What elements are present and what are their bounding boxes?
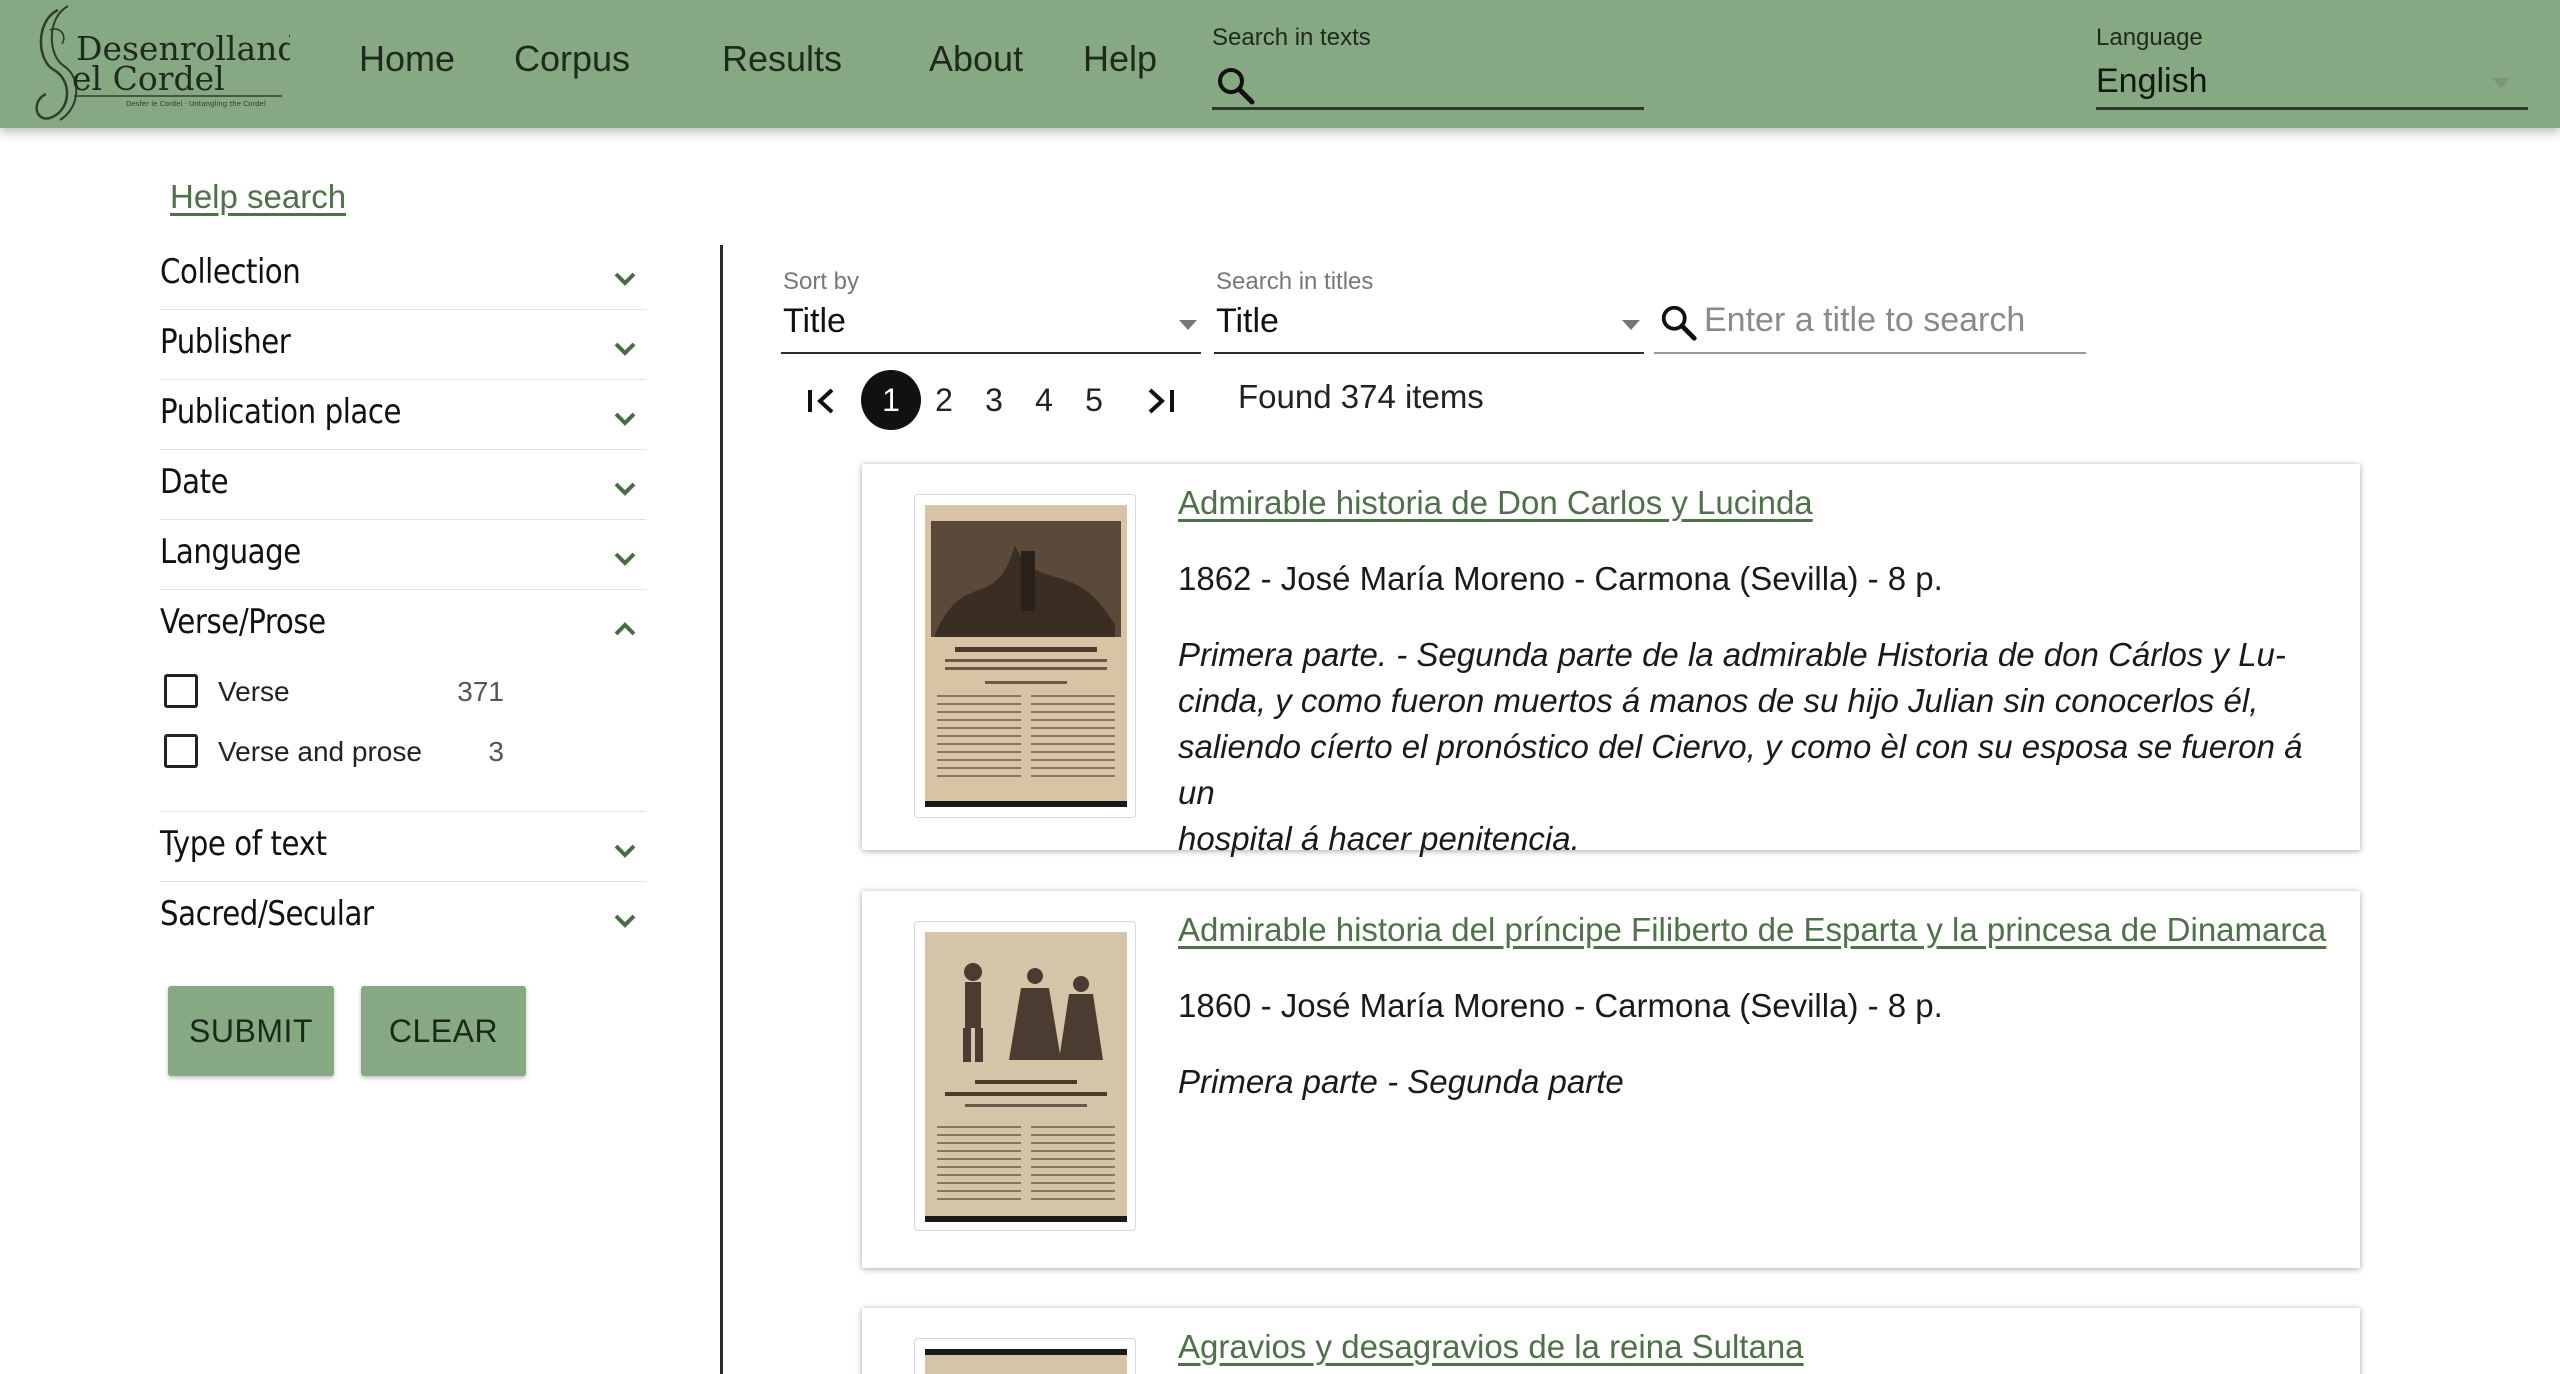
column-divider: [720, 245, 723, 1374]
facet-label: Language: [160, 532, 301, 572]
logo-line2: el Cordel: [72, 59, 225, 98]
facet-label: Verse/Prose: [160, 602, 326, 642]
sort-by-select[interactable]: Sort by Title: [781, 244, 1201, 354]
top-navbar: Desenrollando el Cordel Desfer le Cordel…: [0, 0, 2560, 128]
option-verse[interactable]: Verse 371: [164, 672, 504, 712]
facet-filters: Collection Publisher Publication place D…: [160, 240, 646, 952]
facet-label: Sacred/Secular: [160, 894, 374, 934]
first-page-icon[interactable]: [800, 370, 846, 430]
facet-sacred-secular[interactable]: Sacred/Secular: [160, 882, 646, 952]
search-in-titles-value: Title: [1216, 302, 1279, 340]
result-thumbnail[interactable]: [914, 921, 1136, 1231]
option-verse-and-prose[interactable]: Verse and prose 3: [164, 732, 504, 772]
last-page-icon[interactable]: [1138, 370, 1184, 430]
chevron-down-icon: [614, 342, 636, 356]
facet-collection[interactable]: Collection: [160, 240, 646, 310]
nav-home[interactable]: Home: [359, 38, 455, 80]
facet-publication-place[interactable]: Publication place: [160, 380, 646, 450]
result-description: Primera parte. - Segunda parte de la adm…: [1178, 632, 2328, 862]
facet-verse-prose[interactable]: Verse/Prose: [160, 590, 646, 660]
results-count: Found 374 items: [1238, 378, 1484, 415]
facet-label: Collection: [160, 252, 301, 292]
facet-verse-prose-options: Verse 371 Verse and prose 3: [160, 660, 646, 812]
result-card: Admirable historia de Don Carlos y Lucin…: [862, 464, 2360, 857]
nav-about[interactable]: About: [929, 38, 1023, 80]
chapbook-cover-image: [925, 1349, 1127, 1374]
verse-checkbox[interactable]: [164, 674, 198, 708]
search-icon: [1661, 305, 1697, 341]
chevron-down-icon: [614, 914, 636, 928]
dropdown-caret-icon: [2492, 78, 2510, 88]
chevron-down-icon: [614, 482, 636, 496]
result-description: Primera parte - Segunda parte: [1178, 1059, 2328, 1105]
logo-tagline: Desfer le Cordel · Untangling the Cordel: [126, 100, 266, 108]
result-title-link[interactable]: Agravios y desagravios de la reina Sulta…: [1178, 1328, 1804, 1366]
option-count: 3: [488, 736, 504, 767]
chevron-down-icon: [614, 412, 636, 426]
result-meta: 1860 - José María Moreno - Carmona (Sevi…: [1178, 987, 1943, 1024]
result-title-link[interactable]: Admirable historia de Don Carlos y Lucin…: [1178, 484, 1813, 522]
option-count: 371: [457, 676, 504, 707]
page-5-button[interactable]: 5: [1064, 370, 1124, 430]
option-label: Verse: [218, 676, 290, 707]
facet-label: Date: [160, 462, 229, 502]
nav-corpus[interactable]: Corpus: [514, 38, 630, 80]
option-label: Verse and prose: [218, 736, 422, 767]
chapbook-cover-image: [925, 932, 1127, 1222]
chevron-down-icon: [614, 844, 636, 858]
search-in-titles-label: Search in titles: [1216, 268, 1374, 295]
result-card: Admirable historia del príncipe Filibert…: [862, 891, 2360, 1268]
search-in-titles-select[interactable]: Search in titles Title: [1214, 244, 1644, 354]
nav-help[interactable]: Help: [1083, 38, 1157, 80]
sort-by-label: Sort by: [783, 268, 860, 295]
title-search-input[interactable]: [1704, 298, 2074, 342]
chevron-down-icon: [614, 272, 636, 286]
description-line: hospital á hacer penitencia.: [1178, 820, 1580, 857]
result-thumbnail[interactable]: [914, 1338, 1136, 1374]
chevron-up-icon: [614, 622, 636, 636]
facet-label: Publication place: [160, 392, 402, 432]
search-in-texts-field[interactable]: Search in texts: [1212, 20, 1644, 110]
chevron-down-icon: [614, 552, 636, 566]
result-title-link[interactable]: Admirable historia del príncipe Filibert…: [1178, 911, 2326, 949]
logo-graphic: Desenrollando el Cordel Desfer le Cordel…: [35, 5, 318, 121]
verse-and-prose-checkbox[interactable]: [164, 734, 198, 768]
chapbook-cover-image: [925, 505, 1127, 807]
language-select[interactable]: Language English: [2096, 20, 2528, 110]
help-search-link[interactable]: Help search: [170, 178, 346, 216]
language-value: English: [2096, 62, 2208, 100]
facet-publisher[interactable]: Publisher: [160, 310, 646, 380]
clear-button[interactable]: CLEAR: [361, 986, 526, 1076]
dropdown-caret-icon: [1622, 320, 1640, 330]
sort-by-value: Title: [783, 302, 846, 340]
facet-label: Type of text: [160, 824, 327, 864]
facet-type-of-text[interactable]: Type of text: [160, 812, 646, 882]
description-line: cinda, y como fueron muertos á manos de …: [1178, 682, 2259, 719]
description-line: saliendo cíerto el pronóstico del Ciervo…: [1178, 728, 2303, 811]
page-1-button[interactable]: 1: [861, 370, 921, 430]
site-logo[interactable]: Desenrollando el Cordel Desfer le Cordel…: [28, 0, 318, 128]
language-label: Language: [2096, 24, 2203, 51]
result-meta: 1862 - José María Moreno - Carmona (Sevi…: [1178, 560, 1943, 597]
result-thumbnail[interactable]: [914, 494, 1136, 818]
search-in-texts-label: Search in texts: [1212, 24, 1371, 51]
dropdown-caret-icon: [1179, 320, 1197, 330]
description-line: Primera parte - Segunda parte: [1178, 1063, 1624, 1100]
facet-label: Publisher: [160, 322, 291, 362]
nav-results[interactable]: Results: [722, 38, 842, 80]
search-icon[interactable]: [1214, 64, 1258, 108]
title-search-field[interactable]: [1654, 244, 2086, 354]
facet-date[interactable]: Date: [160, 450, 646, 520]
description-line: Primera parte. - Segunda parte de la adm…: [1178, 636, 2286, 673]
facet-language[interactable]: Language: [160, 520, 646, 590]
result-card: Agravios y desagravios de la reina Sulta…: [862, 1308, 2360, 1374]
submit-button[interactable]: SUBMIT: [168, 986, 334, 1076]
